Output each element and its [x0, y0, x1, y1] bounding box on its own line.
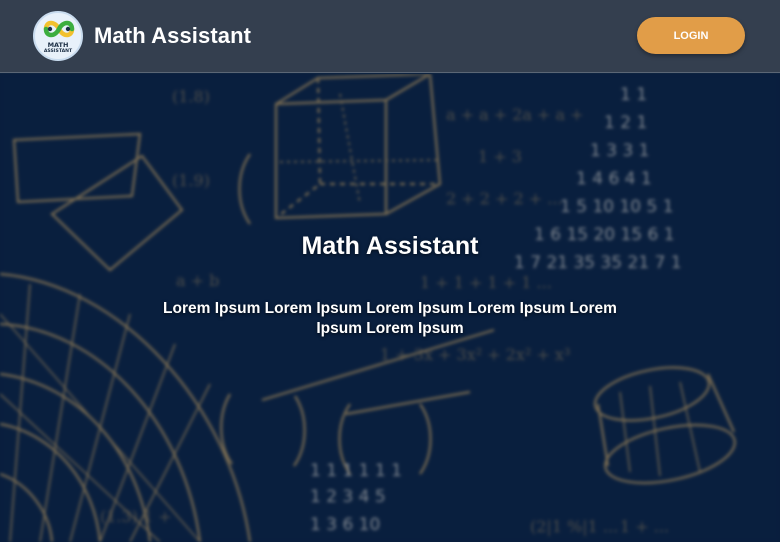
logo-text-math: MATH: [47, 41, 69, 49]
hero-section: (1.8) (1.9) a + b a + a + 2a + a + 1 + 3…: [0, 74, 780, 542]
hero-title: Math Assistant: [301, 232, 479, 260]
top-nav-bar: MATH ASSISTANT Math Assistant LOGIN: [0, 0, 780, 73]
app-title: Math Assistant: [94, 23, 252, 48]
hero-subtitle: Lorem Ipsum Lorem Ipsum Lorem Ipsum Lore…: [163, 300, 617, 337]
logo-text-assistant: ASSISTANT: [43, 49, 73, 54]
app-logo[interactable]: MATH ASSISTANT: [33, 11, 83, 61]
infinity-logo-icon: [43, 20, 75, 38]
login-button[interactable]: LOGIN: [637, 17, 745, 54]
